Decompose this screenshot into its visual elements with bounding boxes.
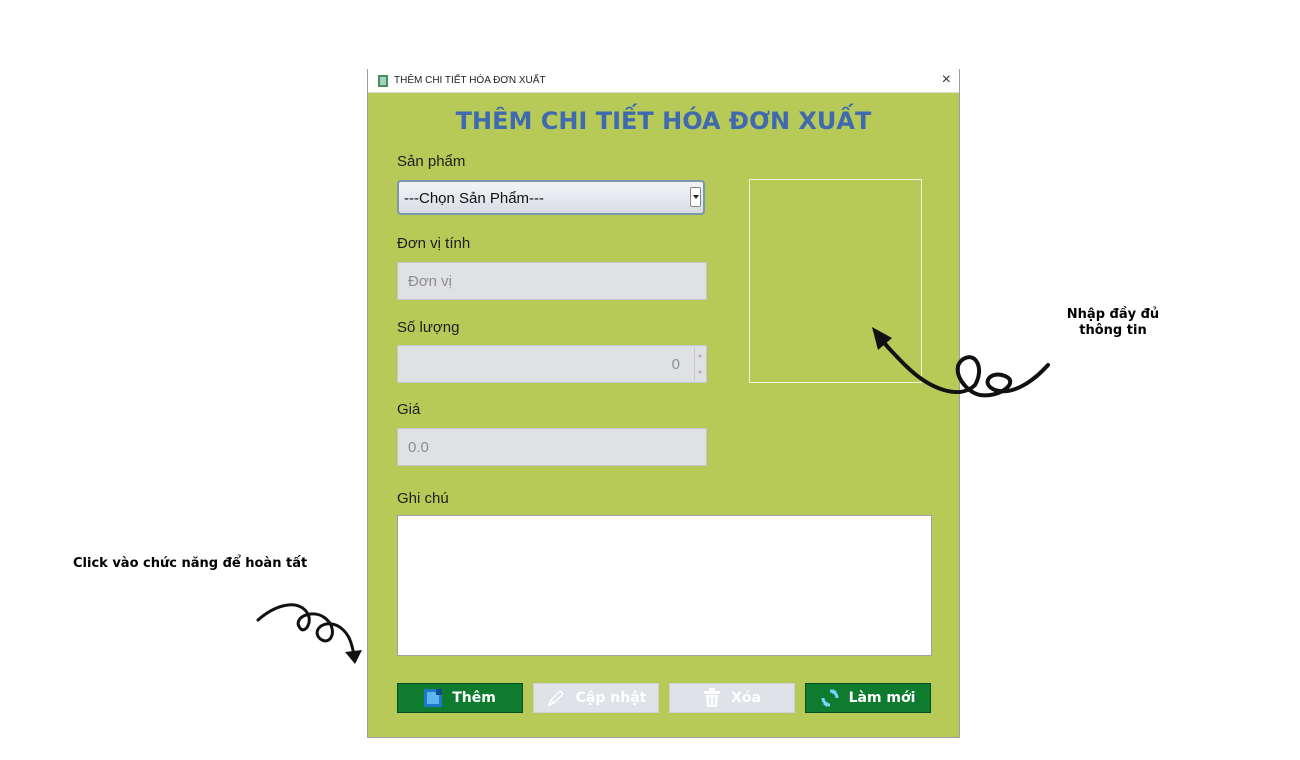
note-label: Ghi chú [397, 490, 449, 507]
refresh-button[interactable]: Làm mới [805, 683, 931, 713]
add-icon [424, 689, 443, 707]
trash-icon [704, 688, 721, 707]
curly-arrow-left-icon [256, 603, 356, 657]
update-button[interactable]: Cập nhật [533, 683, 659, 713]
product-select[interactable]: ---Chọn Sản Phẩm--- [397, 180, 705, 215]
stepper-buttons[interactable] [694, 348, 704, 380]
refresh-button-label: Làm mới [848, 690, 916, 706]
annotation-fill-info: Nhập đầy đủ thông tin [1048, 307, 1178, 339]
unit-field[interactable]: Đơn vị [397, 262, 707, 300]
stepper-down-icon[interactable] [698, 371, 702, 374]
unit-label: Đơn vị tính [397, 235, 471, 252]
add-button[interactable]: Thêm [397, 683, 523, 713]
chevron-down-icon[interactable] [690, 187, 701, 207]
note-textarea[interactable] [397, 515, 932, 656]
annotation-fill-info-line1: Nhập đầy đủ [1066, 307, 1160, 322]
unit-placeholder: Đơn vị [408, 273, 453, 290]
dialog-window: THÊM CHI TIẾT HÓA ĐƠN XUẤT × THÊM CHI TI… [367, 69, 960, 738]
close-button[interactable]: × [942, 71, 951, 89]
update-button-label: Cập nhật [575, 690, 647, 706]
app-icon [378, 75, 388, 87]
price-value: 0.0 [408, 439, 429, 456]
arrowhead-left-icon [345, 650, 362, 664]
delete-button-label: Xóa [731, 690, 761, 706]
product-label: Sản phẩm [397, 153, 466, 170]
window-title: THÊM CHI TIẾT HÓA ĐƠN XUẤT [394, 75, 546, 86]
annotation-fill-info-line2: thông tin [1079, 323, 1147, 338]
pencil-icon [547, 689, 564, 707]
refresh-icon [821, 689, 839, 707]
quantity-stepper[interactable]: 0 [397, 345, 707, 383]
annotation-click-function: Click vào chức năng để hoàn tất [73, 556, 308, 571]
product-image-box [749, 179, 922, 383]
form-heading: THÊM CHI TIẾT HÓA ĐƠN XUẤT [455, 107, 872, 135]
add-button-label: Thêm [452, 690, 496, 706]
stepper-up-icon[interactable] [698, 354, 702, 357]
quantity-value: 0 [671, 356, 680, 373]
price-field[interactable]: 0.0 [397, 428, 707, 466]
quantity-label: Số lượng [397, 319, 460, 336]
title-bar: THÊM CHI TIẾT HÓA ĐƠN XUẤT × [368, 69, 959, 93]
delete-button[interactable]: Xóa [669, 683, 795, 713]
product-select-value: ---Chọn Sản Phẩm--- [404, 190, 545, 207]
price-label: Giá [397, 401, 421, 418]
